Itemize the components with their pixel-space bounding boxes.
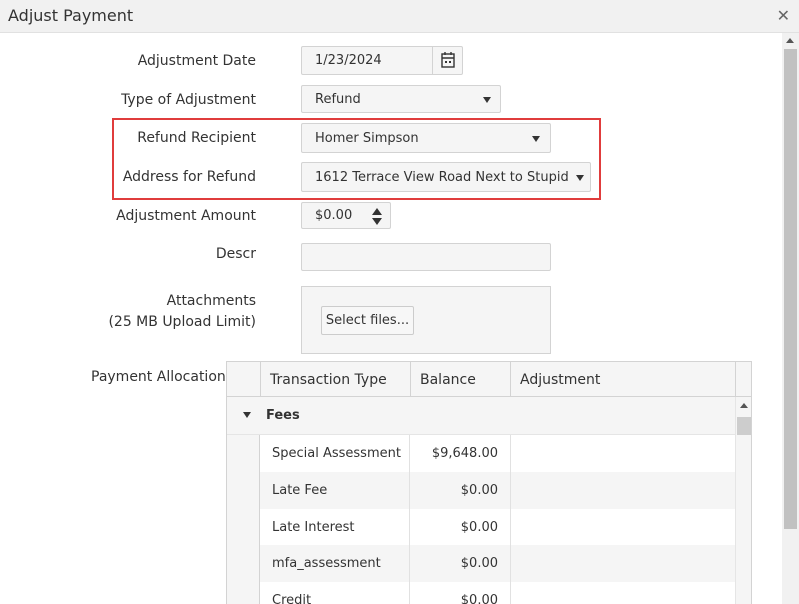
adjustment-date-label: Adjustment Date: [137, 53, 256, 69]
table-row[interactable]: mfa_assessment $0.00: [260, 545, 735, 582]
adjustment-cell[interactable]: [510, 582, 735, 604]
adjustment-date-field[interactable]: 1/23/2024: [301, 46, 463, 75]
table-row[interactable]: Late Fee $0.00: [260, 472, 735, 509]
grid-scrollbar[interactable]: [735, 397, 751, 604]
chevron-down-icon: [483, 97, 491, 103]
column-header-balance[interactable]: Balance: [410, 362, 510, 397]
allocation-grid: Transaction Type Balance Adjustment Fees…: [226, 361, 752, 604]
table-row[interactable]: Late Interest $0.00: [260, 509, 735, 546]
scroll-up-icon[interactable]: [740, 403, 748, 408]
attachments-sublabel: (25 MB Upload Limit): [108, 314, 256, 330]
table-row[interactable]: Credit $0.00: [260, 582, 735, 604]
address-for-refund-select[interactable]: 1612 Terrace View Road Next to Stupid Fl…: [301, 162, 591, 192]
scroll-thumb[interactable]: [737, 417, 751, 435]
header-scroll-spacer: [735, 362, 751, 397]
balance-cell: $0.00: [409, 509, 510, 546]
grid-header: Transaction Type Balance Adjustment: [227, 362, 751, 397]
adjustment-cell[interactable]: [510, 472, 735, 509]
refund-recipient-select[interactable]: Homer Simpson: [301, 123, 551, 153]
calendar-icon[interactable]: [432, 47, 462, 74]
type-of-adjustment-label: Type of Adjustment: [121, 92, 256, 108]
chevron-down-icon: [576, 175, 584, 181]
address-for-refund-label: Address for Refund: [122, 169, 256, 185]
table-row[interactable]: Special Assessment $9,648.00: [260, 435, 735, 472]
upload-dropzone[interactable]: Select files...: [301, 286, 551, 354]
dialog-title: Adjust Payment: [8, 6, 134, 25]
close-icon[interactable]: ✕: [777, 6, 790, 25]
collapse-triangle-icon[interactable]: [243, 412, 251, 418]
transaction-type-cell: mfa_assessment: [272, 556, 381, 571]
balance-cell: $0.00: [409, 545, 510, 582]
group-row-fees[interactable]: Fees: [227, 397, 735, 435]
adjustment-cell[interactable]: [510, 545, 735, 582]
dialog-titlebar: Adjust Payment ✕: [0, 0, 799, 33]
adjustment-amount-label: Adjustment Amount: [116, 208, 256, 224]
payment-allocation-label: Payment Allocation: [91, 369, 226, 385]
adjustment-cell[interactable]: [510, 509, 735, 546]
dialog-scrollbar[interactable]: [782, 33, 799, 604]
scroll-up-icon[interactable]: [786, 38, 794, 43]
balance-cell: $9,648.00: [409, 435, 510, 472]
adjustment-amount-input[interactable]: $0.00: [301, 202, 391, 229]
column-header-transaction-type[interactable]: Transaction Type: [260, 362, 410, 397]
balance-cell: $0.00: [409, 582, 510, 604]
group-label: Fees: [266, 408, 300, 423]
type-of-adjustment-select[interactable]: Refund: [301, 85, 501, 113]
refund-recipient-label: Refund Recipient: [137, 130, 256, 146]
descr-input[interactable]: [301, 243, 551, 271]
select-files-button[interactable]: Select files...: [321, 306, 414, 335]
transaction-type-cell: Credit: [272, 593, 312, 604]
descr-label: Descr: [215, 246, 256, 262]
balance-cell: $0.00: [409, 472, 510, 509]
stepper-up-icon[interactable]: [372, 208, 382, 215]
transaction-type-cell: Special Assessment: [272, 446, 401, 461]
adjustment-cell[interactable]: [510, 435, 735, 472]
stepper-down-icon[interactable]: [372, 218, 382, 225]
attachments-label: Attachments: [166, 293, 256, 309]
chevron-down-icon: [532, 136, 540, 142]
transaction-type-cell: Late Interest: [272, 520, 355, 535]
scroll-thumb[interactable]: [784, 49, 797, 529]
column-header-adjustment[interactable]: Adjustment: [510, 362, 735, 397]
group-indent: [227, 435, 260, 604]
transaction-type-cell: Late Fee: [272, 483, 328, 498]
amount-stepper[interactable]: [372, 208, 382, 226]
